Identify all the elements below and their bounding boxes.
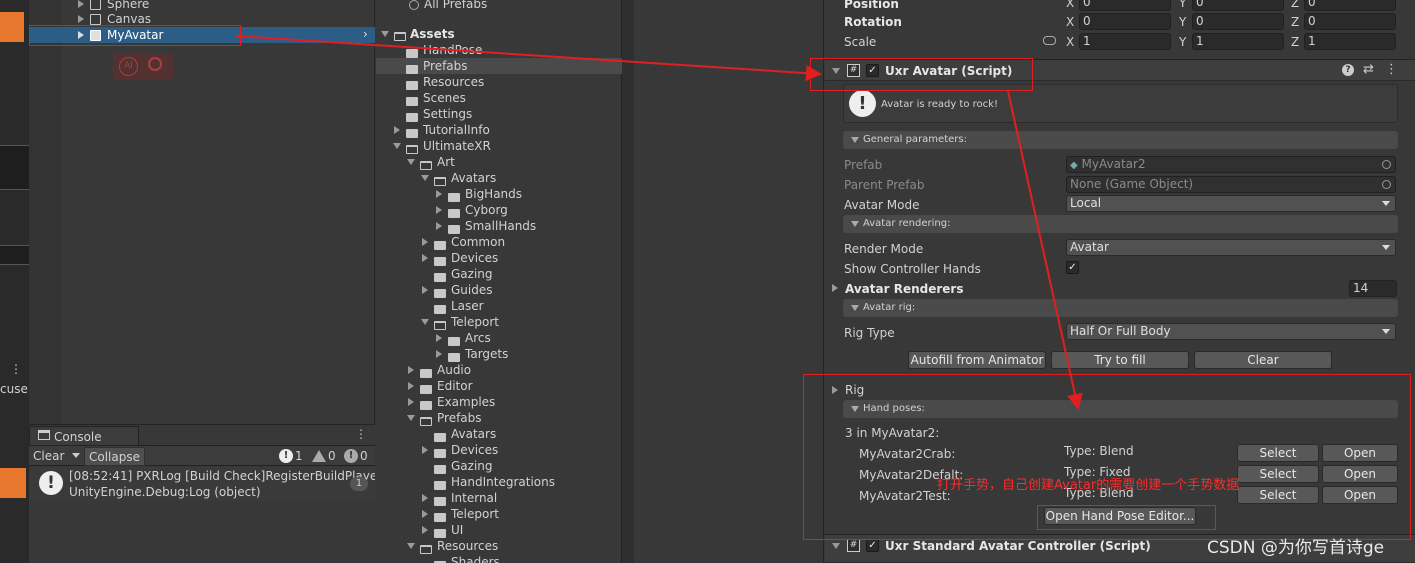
annotation-text: 打开手势，自己创建Avatar的需要创建一个手势数据 <box>937 478 1240 493</box>
annotation-arrow <box>1007 90 1083 410</box>
annotation-arrow <box>235 35 822 82</box>
watermark-text: CSDN @为你写首诗ge <box>1207 538 1385 558</box>
